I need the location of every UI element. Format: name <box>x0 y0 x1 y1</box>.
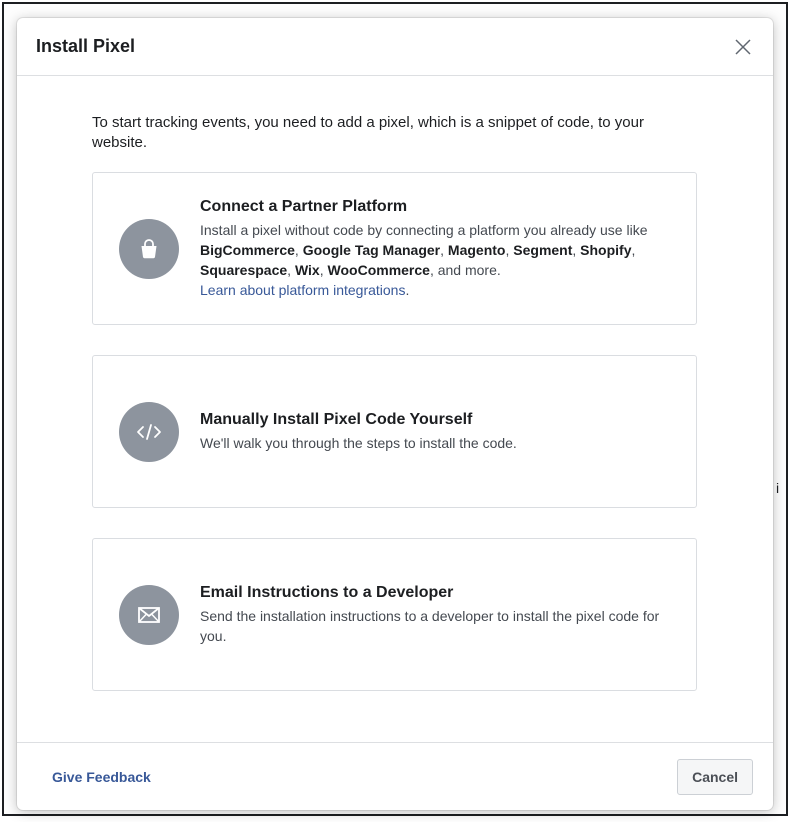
option-icon-circle <box>119 401 179 462</box>
option-email-instructions[interactable]: Email Instructions to a Developer Send t… <box>92 538 697 691</box>
option-icon-circle <box>119 584 179 645</box>
option-manually-install-code[interactable]: Manually Install Pixel Code Yourself We'… <box>92 355 697 508</box>
option-description: We'll walk you through the steps to inst… <box>200 435 517 451</box>
install-pixel-dialog: Install Pixel To start tracking events, … <box>17 18 773 810</box>
envelope-icon <box>138 606 160 623</box>
dialog-footer: Give Feedback Cancel <box>17 742 773 810</box>
option-connect-partner-platform[interactable]: Connect a Partner Platform Install a pix… <box>92 172 697 325</box>
option-title: Manually Install Pixel Code Yourself <box>200 411 473 428</box>
option-title: Connect a Partner Platform <box>200 198 408 215</box>
code-icon <box>137 423 161 440</box>
option-icon-circle <box>119 218 179 279</box>
shopping-bag-icon <box>141 238 157 258</box>
learn-about-platform-integrations-link[interactable]: Learn about platform integrations <box>200 282 405 298</box>
give-feedback-link[interactable]: Give Feedback <box>52 769 151 785</box>
background-text-fragment: i <box>776 480 780 496</box>
close-button[interactable] <box>731 35 755 59</box>
close-icon <box>735 38 751 55</box>
option-title: Email Instructions to a Developer <box>200 584 454 601</box>
option-description: Install a pixel without code by connecti… <box>200 222 648 298</box>
cancel-button[interactable]: Cancel <box>677 758 753 795</box>
option-description: Send the installation instructions to a … <box>200 608 660 644</box>
dialog-header: Install Pixel <box>17 18 773 76</box>
dialog-title: Install Pixel <box>36 36 136 56</box>
dialog-body: To start tracking events, you need to ad… <box>17 76 773 691</box>
intro-text: To start tracking events, you need to ad… <box>92 114 644 151</box>
